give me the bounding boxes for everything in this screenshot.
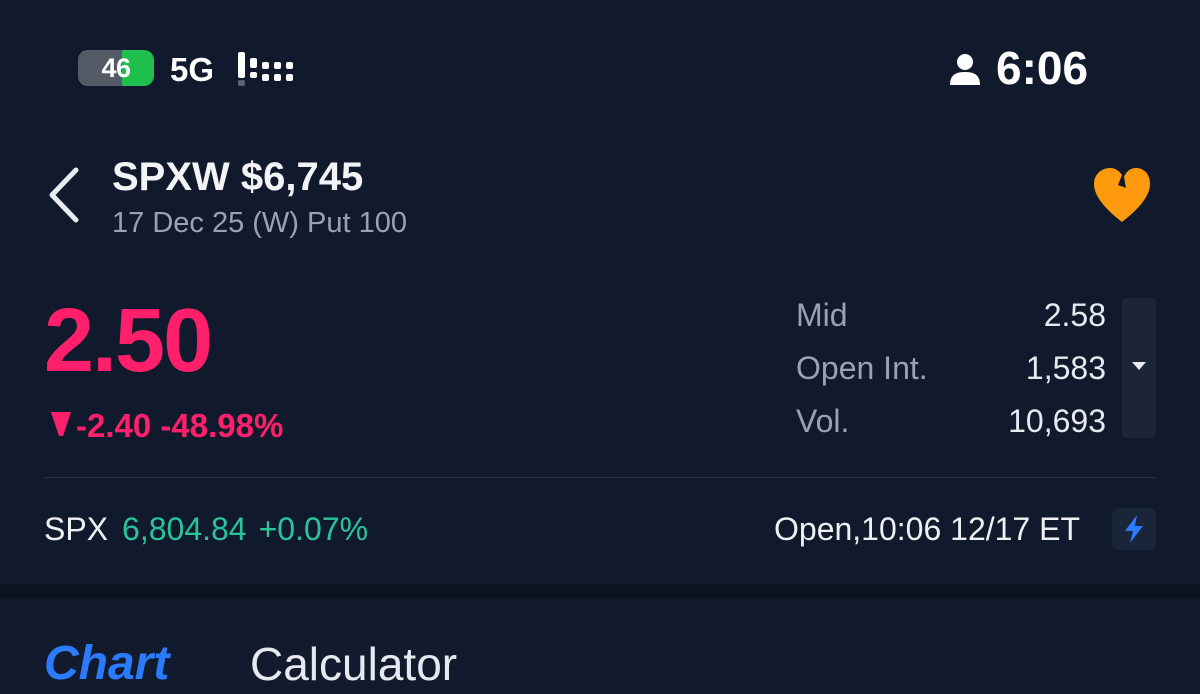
- person-icon: [950, 54, 980, 85]
- page-title: SPXW $6,745: [112, 155, 364, 199]
- market-status: Open,10:06 12/17 ET: [774, 511, 1080, 547]
- clock: 6:06: [996, 42, 1089, 94]
- expand-stats-button[interactable]: [1122, 298, 1156, 438]
- stat-row-volume: Vol. 10,693: [796, 398, 1106, 451]
- battery-icon: 46: [78, 50, 154, 86]
- stat-value: 10,693: [1008, 403, 1106, 439]
- status-bar: 46 5G 6:06: [0, 0, 1200, 130]
- price-change: -2.40: [76, 407, 152, 444]
- underlying-change: +0.07%: [258, 511, 369, 547]
- price-change-percent: -48.98%: [160, 407, 284, 444]
- heart-icon[interactable]: [1090, 166, 1154, 224]
- arrow-down-icon: [51, 412, 71, 436]
- contract-subtitle: 17 Dec 25 (W) Put 100: [112, 207, 407, 239]
- stat-row-mid: Mid 2.58: [796, 292, 1106, 345]
- stat-label: Vol.: [796, 403, 850, 439]
- underlying-price: 6,804.84: [122, 511, 247, 547]
- tabs-panel: [0, 598, 1200, 681]
- caret-down-icon: [1132, 362, 1146, 370]
- price-change-row: -2.40 -48.98%: [50, 404, 283, 448]
- network-type: 5G: [170, 51, 215, 88]
- underlying-quote[interactable]: SPX 6,804.84 +0.07%: [44, 506, 368, 552]
- last-price: 2.50: [44, 291, 213, 391]
- stat-value: 2.58: [1043, 297, 1106, 333]
- underlying-symbol: SPX: [44, 511, 109, 547]
- chevron-left-icon[interactable]: [44, 166, 84, 224]
- signal-icon: [236, 48, 296, 88]
- tab-calculator[interactable]: Calculator: [250, 634, 457, 694]
- stat-row-open-interest: Open Int. 1,583: [796, 345, 1106, 398]
- stat-value: 1,583: [1025, 350, 1106, 386]
- tab-chart[interactable]: Chart: [44, 634, 169, 694]
- lightning-icon: [1125, 515, 1143, 543]
- stat-label: Open Int.: [796, 350, 928, 386]
- stats-panel: Mid 2.58 Open Int. 1,583 Vol. 10,693: [796, 292, 1106, 451]
- battery-level: 46: [101, 53, 131, 83]
- divider: [44, 477, 1156, 478]
- stat-label: Mid: [796, 297, 848, 333]
- section-separator: [0, 584, 1200, 598]
- quick-trade-button[interactable]: [1112, 508, 1156, 550]
